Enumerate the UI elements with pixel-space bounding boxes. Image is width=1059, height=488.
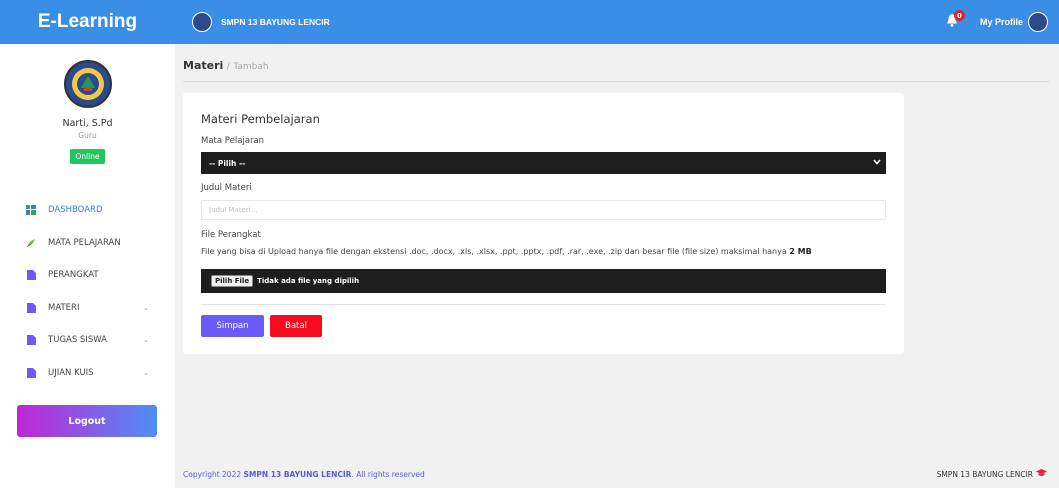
copyright-school[interactable]: SMPN 13 BAYUNG LENCIR [244,470,352,479]
sidebar-menu: DASHBOARD MATA PELAJARAN PERANGKAT MATER… [0,194,175,389]
file-note-text: File yang bisa di Upload hanya file deng… [201,247,787,256]
copyright: Copyright 2022 SMPN 13 BAYUNG LENCIR. Al… [183,470,425,479]
save-button[interactable]: Simpan [201,315,264,337]
user-role: Guru [78,131,97,140]
notification-button[interactable]: 0 [944,10,965,30]
chevron-down-icon: ⌄ [143,368,149,377]
status-badge: Online [70,149,105,164]
title-input[interactable] [201,200,886,220]
subject-selected-value: -- Pilih -- [209,158,246,168]
file-input[interactable]: Pilih File Tidak ada file yang dipilih [201,269,886,293]
breadcrumb: Materi / Tambah [183,59,269,72]
sidebar-item-mata-pelajaran[interactable]: MATA PELAJARAN [0,227,175,260]
file-note-max: 2 MB [789,247,812,256]
sidebar-item-label: DASHBOARD [48,205,103,216]
file-status: Tidak ada file yang dipilih [257,277,360,285]
school-name: SMPN 13 BAYUNG LENCIR [221,17,330,27]
copyright-prefix: Copyright 2022 [183,469,242,479]
form-card: Materi Pembelajaran Mata Pelajaran -- Pi… [183,93,904,354]
document-icon [26,302,36,313]
graduation-cap-icon [1036,469,1047,479]
subject-select[interactable]: -- Pilih -- [201,152,886,174]
sidebar-item-perangkat[interactable]: PERANGKAT [0,259,175,292]
document-icon [26,335,36,346]
file-note: File yang bisa di Upload hanya file deng… [201,247,812,256]
footer-school-name: SMPN 13 BAYUNG LENCIR [936,469,1033,479]
sidebar-item-label: MATA PELAJARAN [48,237,121,248]
cancel-button[interactable]: Batal [270,315,322,337]
document-icon [26,270,36,281]
user-name: Narti, S.Pd [62,118,113,129]
sidebar-item-dashboard[interactable]: DASHBOARD [0,194,175,227]
dashboard-icon [26,205,36,216]
breadcrumb-current: Materi [183,59,224,72]
footer-school: SMPN 13 BAYUNG LENCIR [937,469,1047,479]
sidebar-item-tugas-siswa[interactable]: TUGAS SISWA ⌄ [0,324,175,357]
divider [183,81,1050,82]
leaf-icon [26,238,36,248]
topbar-actions: 0 My Profile [944,10,1048,32]
profile-avatar[interactable] [1028,12,1048,32]
avatar [63,60,112,108]
my-profile-link[interactable]: My Profile [980,17,1023,27]
title-label: Judul Materi [201,183,252,193]
sidebar-item-label: MATERI [48,302,80,313]
sidebar-item-label: UJIAN KUIS [48,367,94,378]
copyright-suffix: . All rights reserved [351,469,425,479]
chevron-down-icon: ⌄ [143,336,149,345]
breadcrumb-separator: / [226,62,230,72]
footer: Copyright 2022 SMPN 13 BAYUNG LENCIR. Al… [175,460,1059,488]
sidebar-item-materi[interactable]: MATERI ⌄ [0,292,175,325]
card-title: Materi Pembelajaran [201,112,320,126]
sidebar-item-ujian-kuis[interactable]: UJIAN KUIS ⌄ [0,357,175,390]
sidebar-item-label: TUGAS SISWA [48,335,107,346]
school-logo-icon [192,12,212,32]
file-label: File Perangkat [201,230,261,240]
logout-button[interactable]: Logout [17,405,157,437]
user-profile: Narti, S.Pd Guru Online [0,44,175,164]
brand-logo[interactable]: E-Learning [0,0,175,44]
chevron-down-icon: ⌄ [143,303,149,312]
chevron-down-icon [873,158,881,168]
document-icon [26,367,36,378]
choose-file-button[interactable]: Pilih File [211,275,254,287]
subject-label: Mata Pelajaran [201,136,265,146]
topbar: SMPN 13 BAYUNG LENCIR 0 My Profile [175,0,1059,44]
notification-count-badge: 0 [953,10,965,21]
breadcrumb-sub: Tambah [233,62,269,72]
divider [201,304,886,305]
sidebar-item-label: PERANGKAT [48,270,99,281]
sidebar: E-Learning Narti, S.Pd Guru Online DASHB… [0,0,175,488]
